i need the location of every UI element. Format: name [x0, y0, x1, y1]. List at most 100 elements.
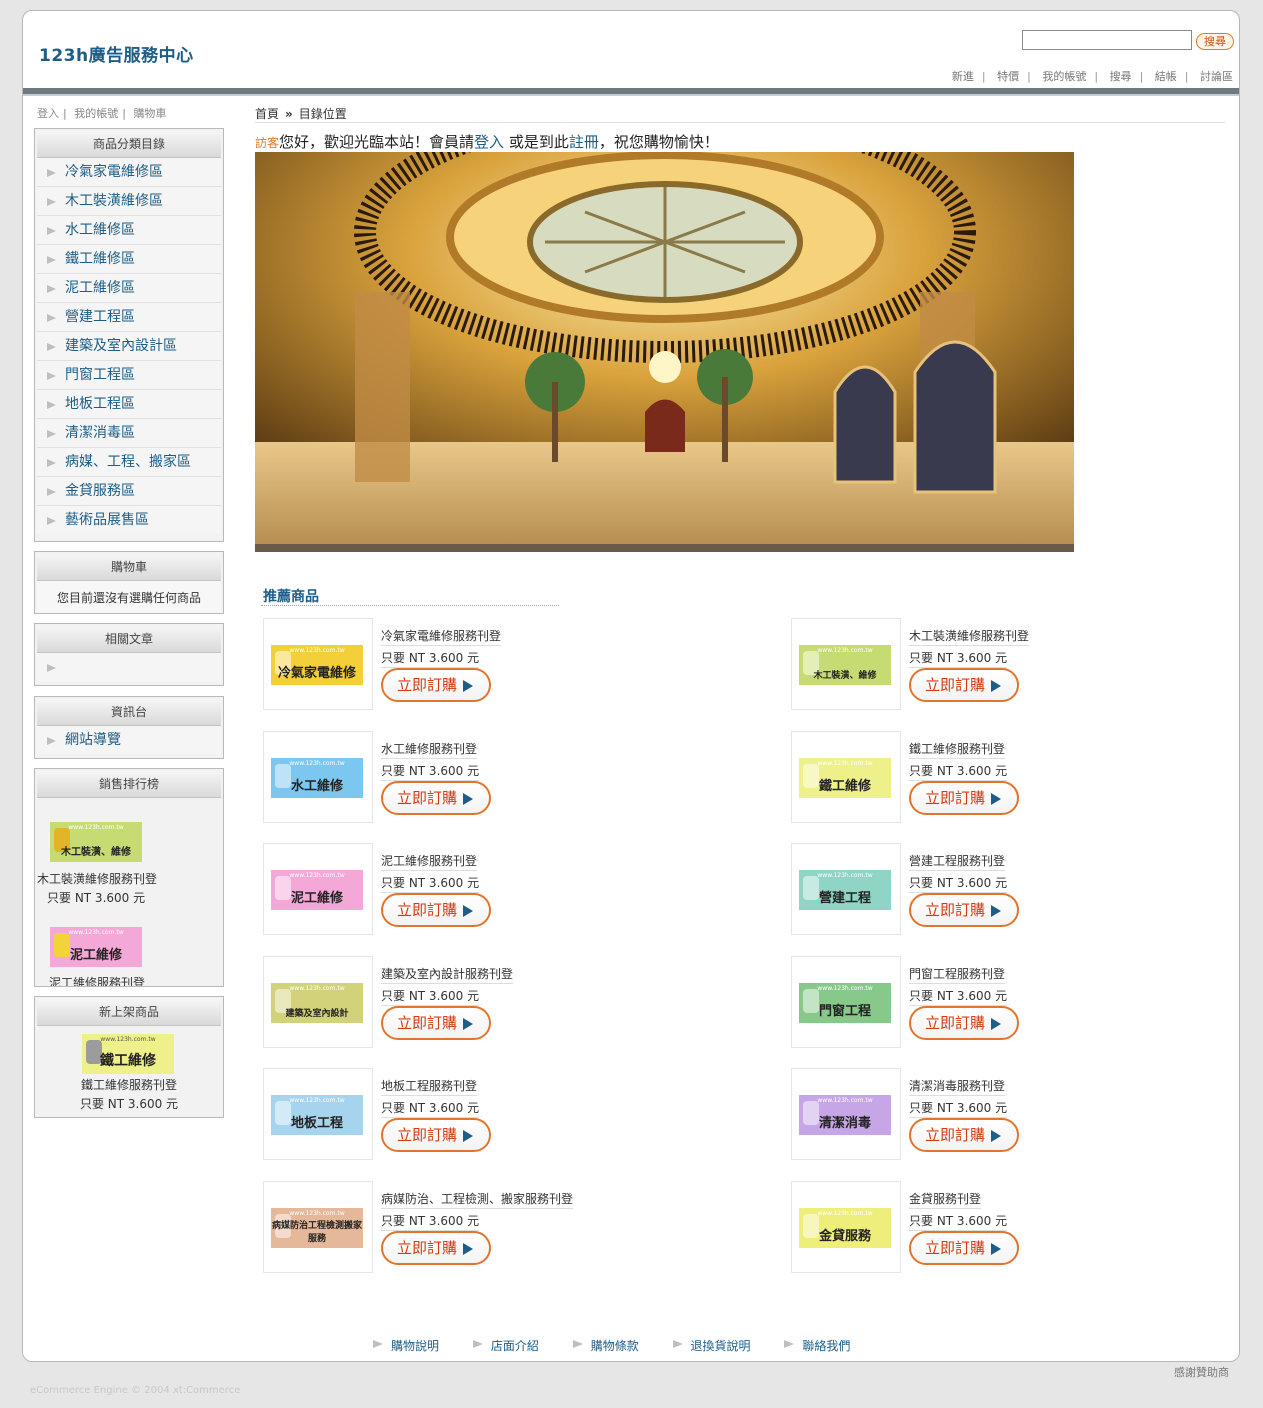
category-item[interactable]: 金貸服務區	[37, 477, 221, 506]
bestseller-banner[interactable]: www.123h.com.tw 泥工維修	[50, 927, 142, 967]
product-thumb[interactable]: www.123h.com.tw 清潔消毒	[791, 1068, 901, 1160]
info-item-sitemap[interactable]: 網站導覽	[37, 726, 221, 754]
banner-label: 建築及室內設計	[285, 1009, 349, 1019]
site-title[interactable]: 123h廣告服務中心	[39, 41, 194, 66]
new-product-price: 只要 NT 3.600 元	[79, 1097, 179, 1111]
product-name-link[interactable]: 冷氣家電維修服務刊登	[381, 627, 502, 646]
new-product-banner[interactable]: www.123h.com.tw 鐵工維修	[82, 1034, 174, 1074]
product-thumb[interactable]: www.123h.com.tw 門窗工程	[791, 956, 901, 1048]
cart-box-title[interactable]: 購物車	[37, 554, 221, 581]
product-name-link[interactable]: 病媒防治、工程檢測、搬家服務刊登	[381, 1190, 574, 1209]
arrow-icon	[47, 459, 56, 467]
nav-forum[interactable]: 討論區	[1200, 70, 1233, 83]
footer-returns[interactable]: 退換貨說明	[672, 1337, 751, 1354]
order-now-button[interactable]: 立即訂購	[909, 893, 1019, 927]
product-banner: www.123h.com.tw 鐵工維修	[799, 758, 891, 798]
product-thumb[interactable]: www.123h.com.tw 鐵工維修	[791, 731, 901, 823]
product-name-link[interactable]: 鐵工維修服務刊登	[909, 740, 1006, 759]
my-account-link[interactable]: 我的帳號	[74, 107, 118, 120]
categories-box: 商品分類目錄 冷氣家電維修區 木工裝潢維修區 水工維修區 鐵工維修區 泥工維修區…	[34, 128, 224, 542]
play-arrow-icon	[463, 1243, 473, 1255]
product-name-link[interactable]: 木工裝潢維修服務刊登	[909, 627, 1030, 646]
category-item[interactable]: 門窗工程區	[37, 361, 221, 390]
product-thumb[interactable]: www.123h.com.tw 營建工程	[791, 843, 901, 935]
order-now-button[interactable]: 立即訂購	[381, 781, 491, 815]
product-name-link[interactable]: 清潔消毒服務刊登	[909, 1077, 1006, 1096]
play-arrow-icon	[991, 1018, 1001, 1030]
footer-shopping-guide[interactable]: 購物說明	[373, 1337, 439, 1354]
category-item[interactable]: 病媒、工程、搬家區	[37, 448, 221, 477]
bestseller-name[interactable]: 木工裝潢維修服務刊登	[37, 870, 157, 887]
nav-checkout[interactable]: 結帳	[1155, 70, 1177, 83]
category-item[interactable]: 建築及室內設計區	[37, 332, 221, 361]
category-item[interactable]: 營建工程區	[37, 303, 221, 332]
product-thumb[interactable]: www.123h.com.tw 地板工程	[263, 1068, 373, 1160]
product-thumb[interactable]: www.123h.com.tw 木工裝潢、維修	[791, 618, 901, 710]
banner-label: 鐵工維修	[818, 779, 871, 794]
info-box-title: 資訊台	[37, 699, 221, 726]
bestseller-name[interactable]: 泥工維修服務刊登	[49, 974, 145, 986]
product-thumb[interactable]: www.123h.com.tw 建築及室內設計	[263, 956, 373, 1048]
play-arrow-icon	[463, 1130, 473, 1142]
product-name-link[interactable]: 地板工程服務刊登	[381, 1077, 478, 1096]
order-now-button[interactable]: 立即訂購	[381, 668, 491, 702]
category-item[interactable]: 鐵工維修區	[37, 245, 221, 274]
order-now-button[interactable]: 立即訂購	[381, 1231, 491, 1265]
nav-specials[interactable]: 特價	[997, 70, 1019, 83]
footer-contact[interactable]: 聯絡我們	[784, 1337, 850, 1354]
footer-store-intro[interactable]: 店面介紹	[472, 1337, 539, 1354]
order-now-button[interactable]: 立即訂購	[381, 893, 491, 927]
product-thumb[interactable]: www.123h.com.tw 泥工維修	[263, 843, 373, 935]
order-now-button[interactable]: 立即訂購	[909, 668, 1019, 702]
product-thumb[interactable]: www.123h.com.tw 病媒防治工程檢測搬家服務	[263, 1181, 373, 1273]
sponsor-thanks: 感謝贊助商	[1174, 1366, 1229, 1379]
welcome-register-link[interactable]: 註冊	[569, 133, 599, 151]
product-name-link[interactable]: 營建工程服務刊登	[909, 852, 1006, 871]
product-price: 只要 NT 3.600 元	[909, 762, 1008, 781]
welcome-text: 或是到此	[504, 133, 569, 151]
search-button[interactable]: 搜尋	[1196, 33, 1234, 50]
nav-account[interactable]: 我的帳號	[1042, 70, 1086, 83]
product-name-link[interactable]: 水工維修服務刊登	[381, 740, 478, 759]
product-thumb[interactable]: www.123h.com.tw 冷氣家電維修	[263, 618, 373, 710]
order-now-button[interactable]: 立即訂購	[909, 1006, 1019, 1040]
recommended-title: 推薦商品	[263, 589, 319, 605]
order-now-button[interactable]: 立即訂購	[909, 1118, 1019, 1152]
product-name-link[interactable]: 泥工維修服務刊登	[381, 852, 478, 871]
breadcrumb-current[interactable]: 目錄位置	[299, 107, 347, 121]
category-label: 金貸服務區	[65, 483, 135, 499]
order-now-button[interactable]: 立即訂購	[381, 1118, 491, 1152]
nav-new[interactable]: 新進	[952, 70, 974, 83]
login-link[interactable]: 登入	[37, 107, 59, 120]
new-products-title: 新上架商品	[37, 999, 221, 1026]
product-name-link[interactable]: 建築及室內設計服務刊登	[381, 965, 514, 984]
breadcrumb-divider	[255, 122, 1225, 123]
bestseller-banner[interactable]: www.123h.com.tw 木工裝潢、維修	[50, 822, 142, 862]
category-item[interactable]: 藝術品展售區	[37, 506, 221, 534]
product-thumb[interactable]: www.123h.com.tw 水工維修	[263, 731, 373, 823]
nav-search[interactable]: 搜尋	[1110, 70, 1132, 83]
category-label: 營建工程區	[65, 309, 135, 325]
product-name-link[interactable]: 門窗工程服務刊登	[909, 965, 1006, 984]
category-item[interactable]: 冷氣家電維修區	[37, 158, 221, 187]
category-item[interactable]: 清潔消毒區	[37, 419, 221, 448]
order-now-button[interactable]: 立即訂購	[909, 781, 1019, 815]
category-label: 水工維修區	[65, 222, 135, 238]
order-now-button[interactable]: 立即訂購	[909, 1231, 1019, 1265]
product-card: www.123h.com.tw 地板工程 地板工程服務刊登 只要 NT 3.600 元…	[263, 1068, 683, 1162]
account-links: 登入 | 我的帳號 | 購物車	[37, 107, 167, 120]
new-product-name[interactable]: 鐵工維修服務刊登	[35, 1076, 223, 1093]
cart-link[interactable]: 購物車	[133, 107, 166, 120]
category-item[interactable]: 泥工維修區	[37, 274, 221, 303]
category-item[interactable]: 地板工程區	[37, 390, 221, 419]
arrow-icon	[47, 737, 56, 745]
order-now-button[interactable]: 立即訂購	[381, 1006, 491, 1040]
breadcrumb-home[interactable]: 首頁	[255, 107, 279, 121]
product-thumb[interactable]: www.123h.com.tw 金貸服務	[791, 1181, 901, 1273]
product-name-link[interactable]: 金貸服務刊登	[909, 1190, 982, 1209]
footer-terms[interactable]: 購物條款	[572, 1337, 639, 1354]
search-input[interactable]	[1022, 30, 1192, 50]
category-item[interactable]: 木工裝潢維修區	[37, 187, 221, 216]
category-item[interactable]: 水工維修區	[37, 216, 221, 245]
welcome-login-link[interactable]: 登入	[474, 133, 504, 151]
